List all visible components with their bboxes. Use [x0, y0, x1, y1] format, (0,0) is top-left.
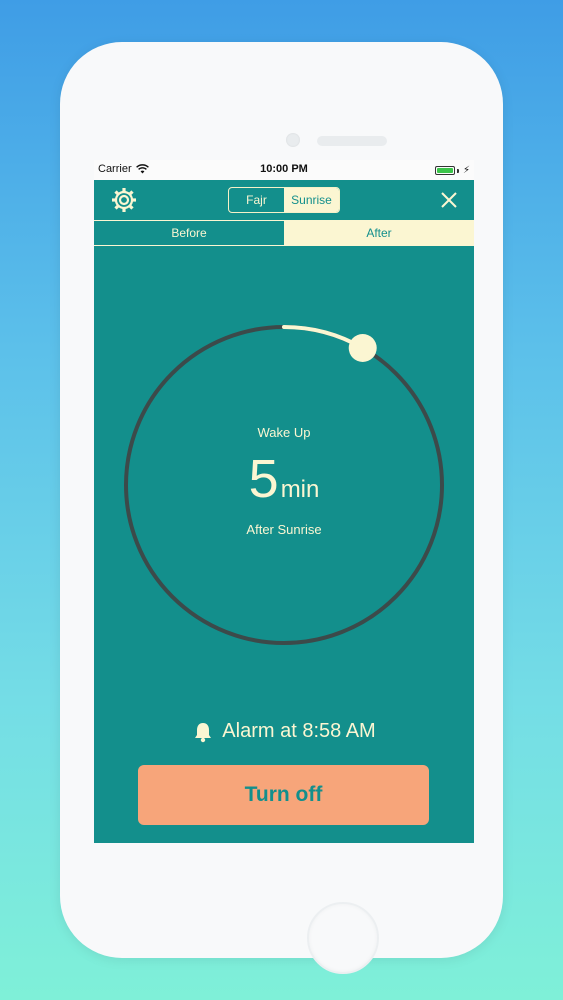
offset-unit: min [280, 476, 320, 503]
tab-after[interactable]: After [284, 221, 474, 245]
segment-sunrise[interactable]: Sunrise [284, 188, 339, 212]
alarm-text: Alarm at 8:58 AM [222, 720, 376, 742]
close-icon[interactable] [438, 189, 460, 211]
app-screen: Carrier 10:00 PM ⚡ Fajr Sunrise Before A… [94, 160, 474, 843]
battery-indicator: ⚡ [434, 165, 470, 176]
prayer-segmented-control: Fajr Sunrise [228, 187, 340, 213]
earpiece-speaker [317, 136, 387, 146]
offset-subtitle: After Sunrise [246, 522, 322, 537]
front-camera [286, 133, 300, 147]
tab-before[interactable]: Before [94, 221, 284, 245]
status-time: 10:00 PM [260, 163, 308, 175]
segment-fajr[interactable]: Fajr [229, 188, 284, 212]
before-after-tabs: Before After [94, 220, 474, 246]
alarm-time-row: Alarm at 8:58 AM [94, 720, 474, 743]
status-bar: Carrier 10:00 PM ⚡ [94, 160, 474, 180]
offset-number: 5 [248, 449, 279, 509]
dial-readout: Wake Up 5 min After Sunrise [122, 323, 446, 647]
nav-bar: Fajr Sunrise [94, 180, 474, 220]
bolt-icon: ⚡ [462, 165, 470, 176]
wake-up-label: Wake Up [257, 425, 311, 440]
gear-icon[interactable] [110, 186, 138, 214]
offset-value: 5 min [249, 452, 320, 506]
bell-icon [195, 722, 212, 742]
battery-icon [434, 166, 455, 175]
turn-off-button[interactable]: Turn off [138, 765, 429, 825]
home-button[interactable] [307, 902, 379, 974]
